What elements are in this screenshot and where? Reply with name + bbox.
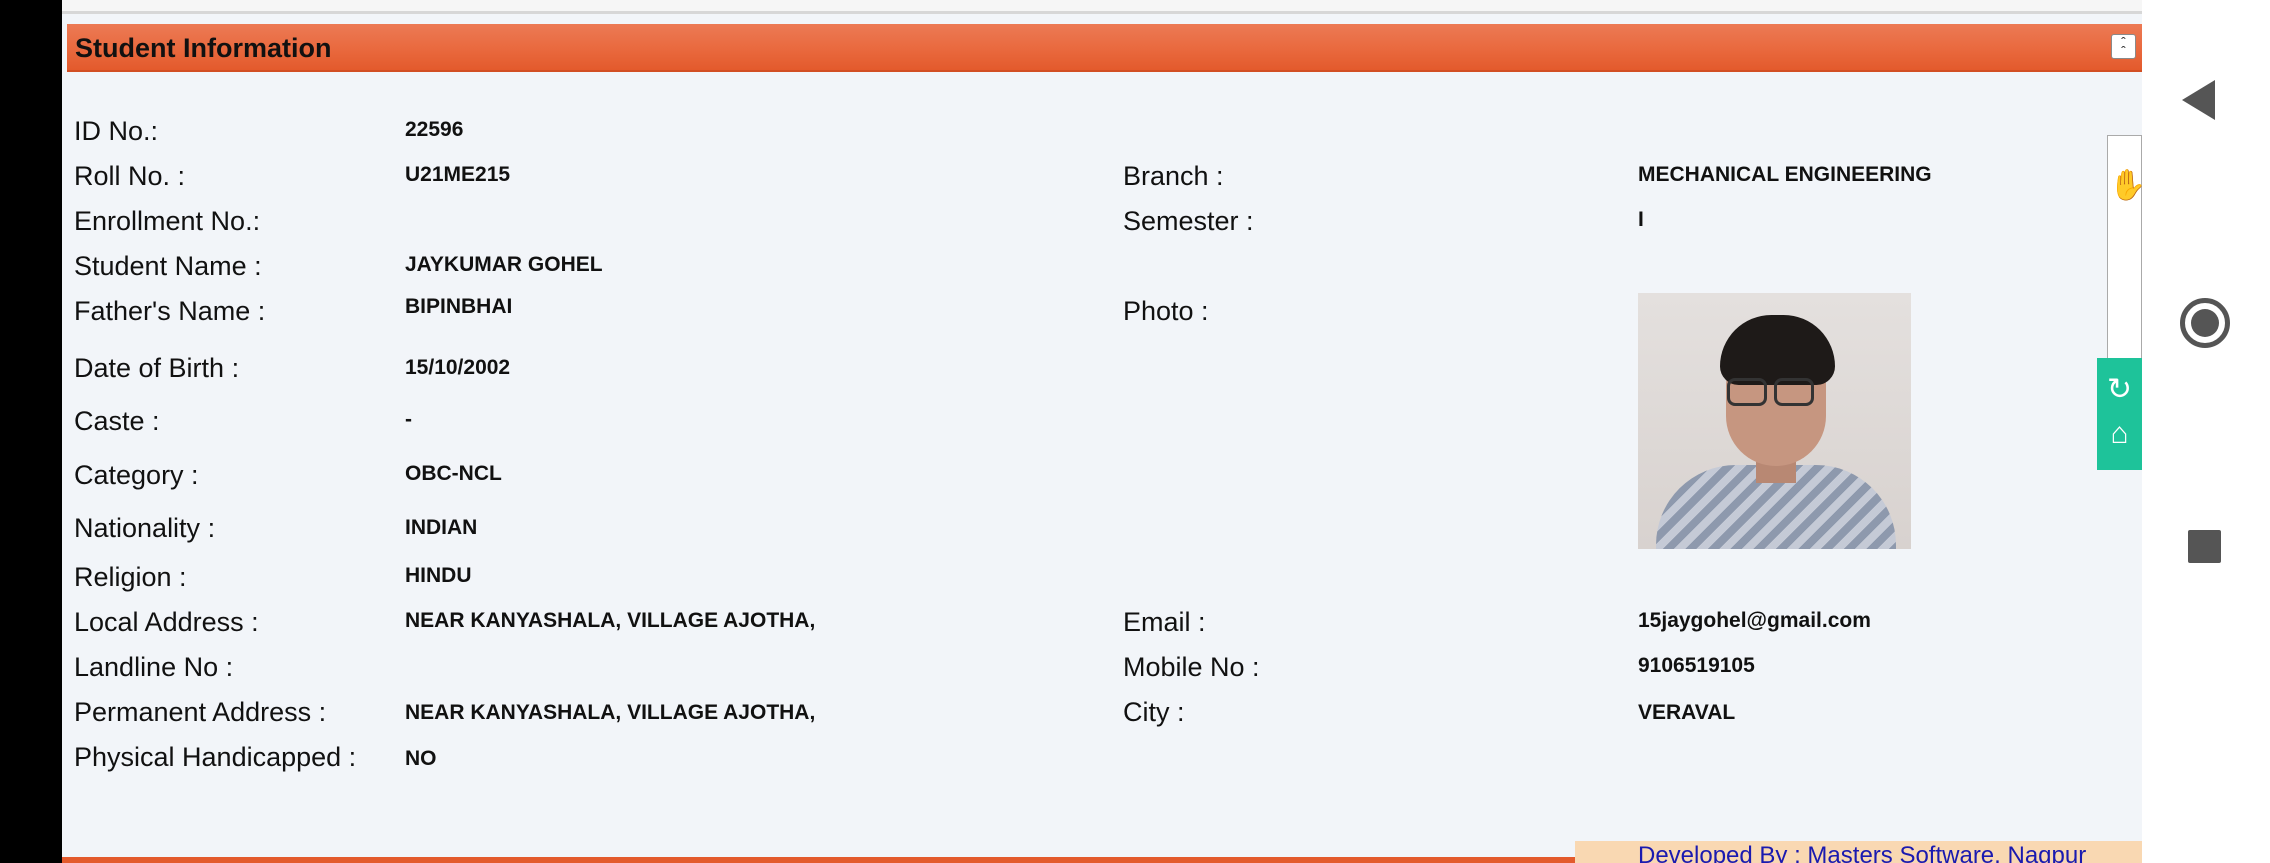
category-value: OBC-NCL: [405, 462, 502, 485]
dob-label: Date of Birth :: [74, 353, 240, 383]
landline-label: Landline No :: [74, 652, 234, 682]
screen: Student Information ˆ ˆ ID No.: 22596 Ro…: [0, 0, 2270, 863]
religion-value: HINDU: [405, 564, 472, 587]
email-label: Email :: [1123, 607, 1206, 637]
developer-link[interactable]: Developed By : Masters Software, Nagpur: [1638, 842, 2086, 863]
permanent-address-value: NEAR KANYASHALA, VILLAGE AJOTHA,: [405, 701, 816, 724]
physical-handicapped-value: NO: [405, 747, 437, 770]
religion-label: Religion :: [74, 562, 187, 592]
nationality-value: INDIAN: [405, 516, 478, 539]
page-top-border: [62, 0, 2142, 14]
permanent-address-label: Permanent Address :: [74, 697, 327, 727]
student-photo: [1638, 293, 1911, 549]
student-name-value: JAYKUMAR GOHEL: [405, 253, 603, 276]
back-icon[interactable]: [2182, 80, 2215, 120]
local-address-label: Local Address :: [74, 607, 259, 637]
mobile-label: Mobile No :: [1123, 652, 1260, 682]
enrollment-no-label: Enrollment No.:: [74, 206, 261, 236]
photo-label: Photo :: [1123, 296, 1209, 326]
panel-header: Student Information ˆ ˆ: [67, 24, 2142, 72]
branch-label: Branch :: [1123, 161, 1224, 191]
collapse-button[interactable]: ˆ ˆ: [2111, 34, 2136, 59]
left-black-strip: [0, 0, 62, 863]
student-info-page: Student Information ˆ ˆ ID No.: 22596 Ro…: [62, 0, 2142, 863]
nationality-label: Nationality :: [74, 513, 216, 543]
refresh-icon: ↻: [2106, 373, 2133, 406]
id-no-value: 22596: [405, 118, 464, 141]
hand-icon: ✋: [2109, 169, 2142, 202]
branch-value: MECHANICAL ENGINEERING: [1638, 163, 1932, 186]
email-value: 15jaygohel@gmail.com: [1638, 609, 1871, 632]
dob-value: 15/10/2002: [405, 356, 511, 379]
physical-handicapped-label: Physical Handicapped :: [74, 742, 357, 772]
caste-value: -: [405, 408, 412, 431]
roll-no-value: U21ME215: [405, 163, 511, 186]
recent-apps-icon[interactable]: [2188, 530, 2221, 563]
semester-value: I: [1638, 208, 1644, 231]
father-name-value: BIPINBHAI: [405, 295, 513, 318]
category-label: Category :: [74, 460, 199, 490]
caste-label: Caste :: [74, 406, 160, 436]
basket-icon: ⌂: [2110, 417, 2129, 450]
student-name-label: Student Name :: [74, 251, 262, 281]
android-nav-bar: [2142, 0, 2270, 863]
semester-label: Semester :: [1123, 206, 1254, 236]
home-icon[interactable]: [2180, 298, 2230, 348]
footer-orange-line: [62, 857, 1575, 863]
father-name-label: Father's Name :: [74, 296, 266, 326]
side-widget-teal[interactable]: ↻ ⌂: [2097, 358, 2142, 470]
local-address-value: NEAR KANYASHALA, VILLAGE AJOTHA,: [405, 609, 816, 632]
city-value: VERAVAL: [1638, 701, 1736, 724]
panel-title: Student Information: [75, 33, 332, 63]
mobile-value: 9106519105: [1638, 654, 1755, 677]
city-label: City :: [1123, 697, 1185, 727]
roll-no-label: Roll No. :: [74, 161, 186, 191]
id-no-label: ID No.:: [74, 116, 159, 146]
